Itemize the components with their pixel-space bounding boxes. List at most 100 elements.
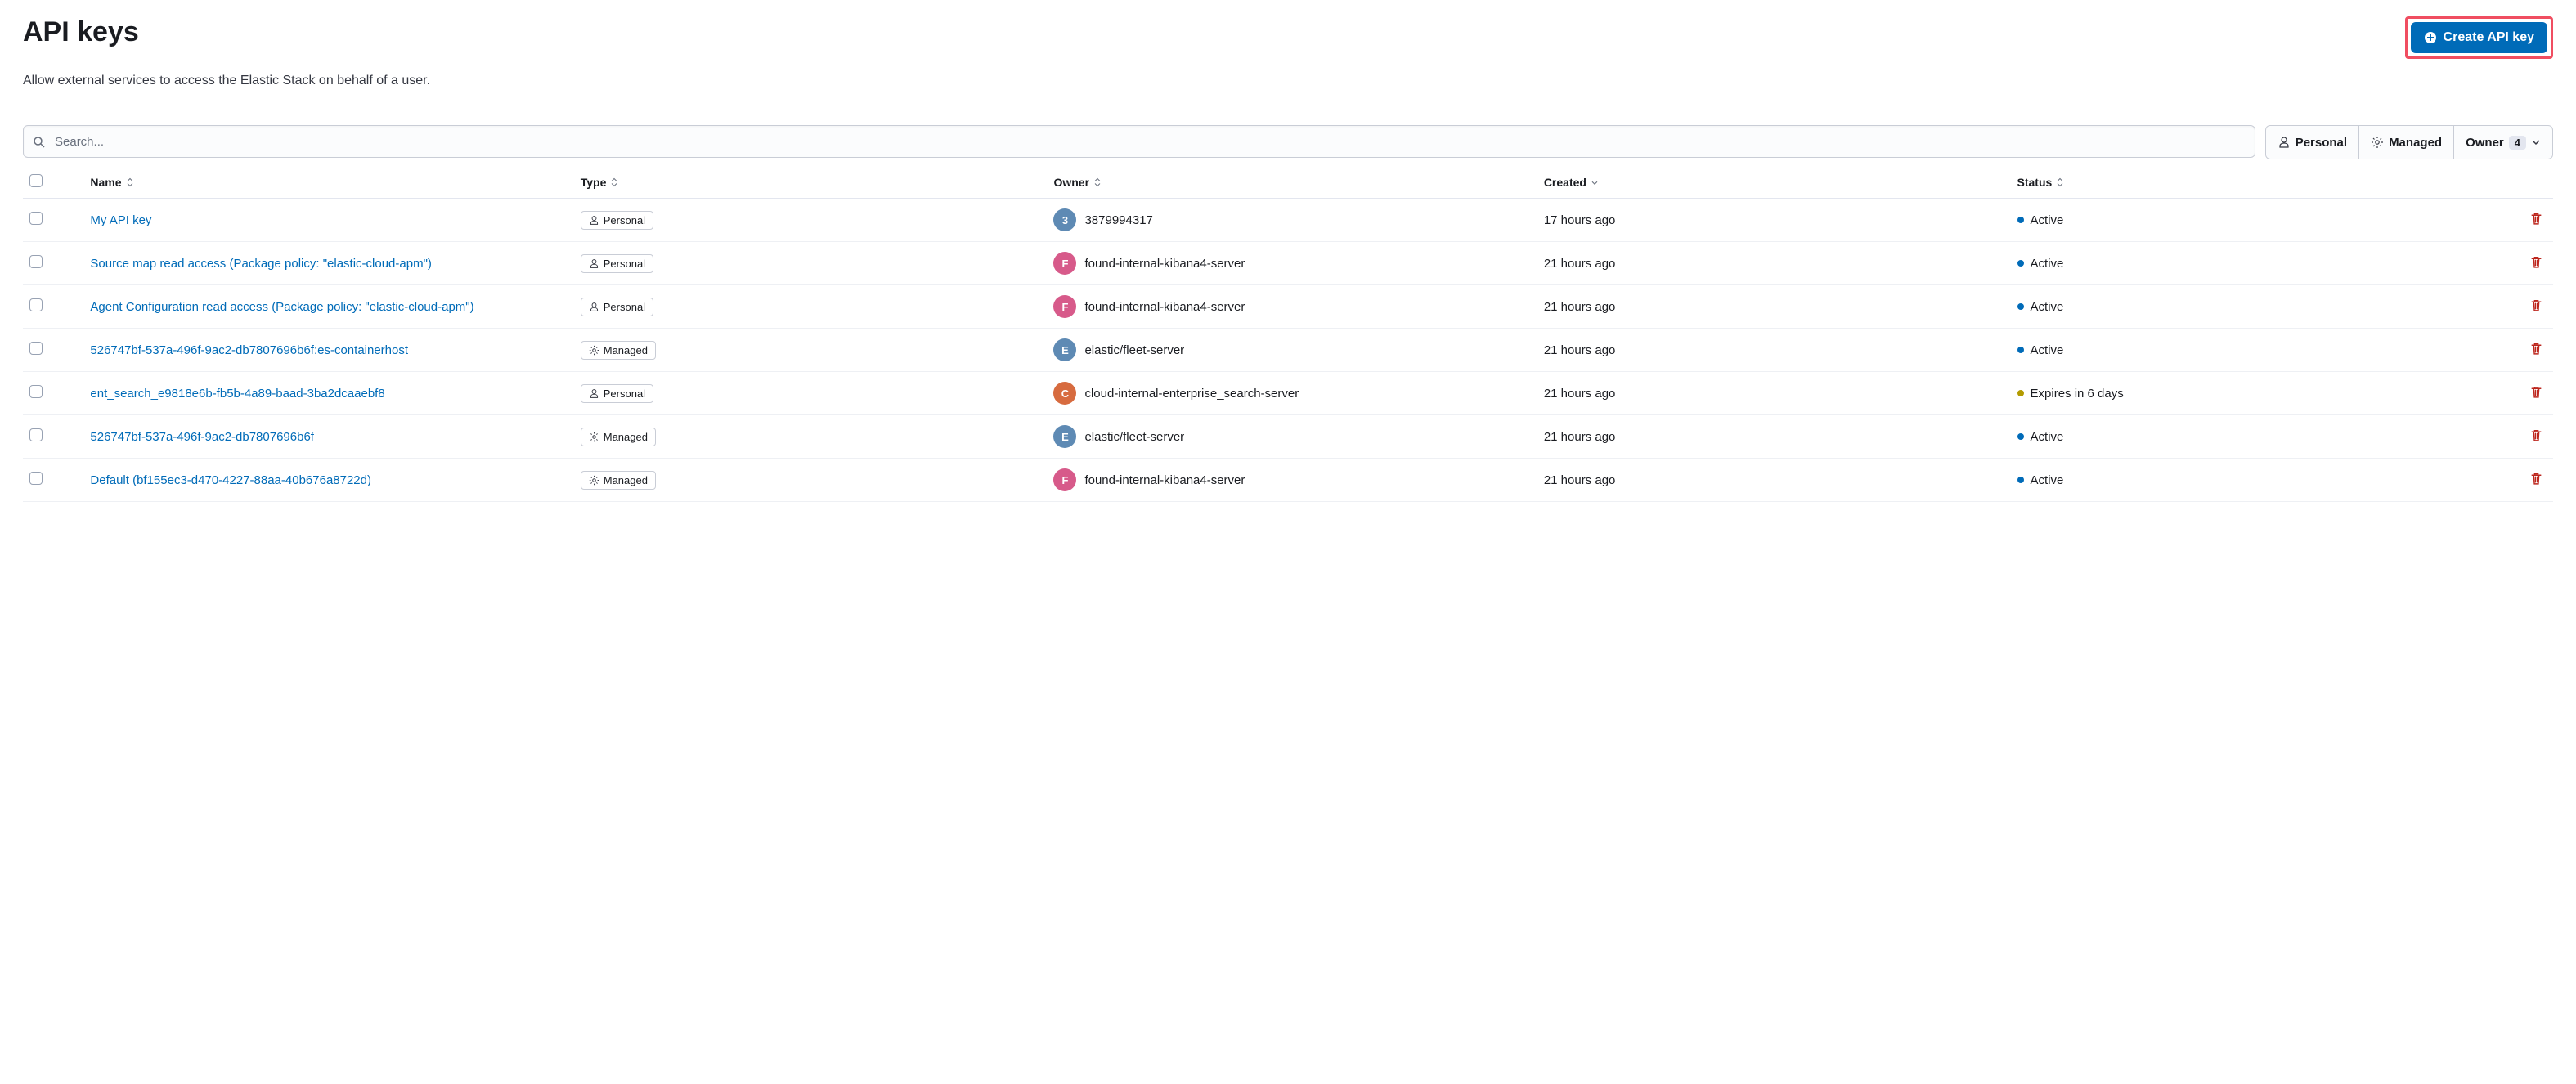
gear-icon (589, 345, 599, 356)
status-dot-icon (2017, 347, 2024, 353)
create-button-highlight: Create API key (2405, 16, 2553, 59)
trash-icon (2529, 342, 2543, 356)
delete-button[interactable] (2526, 468, 2547, 491)
status-label: Active (2031, 257, 2064, 271)
row-checkbox[interactable] (29, 342, 43, 355)
user-icon (589, 388, 599, 399)
row-checkbox[interactable] (29, 385, 43, 398)
trash-icon (2529, 428, 2543, 442)
api-key-name-link[interactable]: 526747bf-537a-496f-9ac2-db7807696b6f (90, 430, 314, 444)
api-key-name-link[interactable]: Agent Configuration read access (Package… (90, 300, 473, 314)
type-label: Managed (604, 431, 648, 443)
filter-personal-label: Personal (2296, 136, 2347, 150)
owner-avatar: 3 (1053, 208, 1076, 231)
owner-name: found-internal-kibana4-server (1084, 473, 1245, 487)
type-label: Personal (604, 387, 645, 400)
owner-name: found-internal-kibana4-server (1084, 300, 1245, 314)
owner-name: 3879994317 (1084, 213, 1152, 227)
type-label: Personal (604, 301, 645, 313)
gear-icon (589, 475, 599, 486)
owner-name: cloud-internal-enterprise_search-server (1084, 387, 1299, 401)
col-header-created-label: Created (1544, 176, 1586, 189)
table-row: Agent Configuration read access (Package… (23, 285, 2553, 329)
table-row: Source map read access (Package policy: … (23, 242, 2553, 285)
api-key-name-link[interactable]: Default (bf155ec3-d470-4227-88aa-40b676a… (90, 473, 371, 487)
type-label: Managed (604, 344, 648, 356)
type-badge: Personal (581, 254, 653, 273)
type-badge: Managed (581, 341, 656, 360)
delete-button[interactable] (2526, 252, 2547, 275)
table-row: ent_search_e9818e6b-fb5b-4a89-baad-3ba2d… (23, 372, 2553, 415)
trash-icon (2529, 298, 2543, 312)
select-all-checkbox[interactable] (29, 174, 43, 187)
col-header-owner[interactable]: Owner (1053, 176, 1102, 189)
owner-avatar: F (1053, 468, 1076, 491)
status-dot-icon (2017, 477, 2024, 483)
created-text: 21 hours ago (1544, 387, 1616, 401)
type-badge: Managed (581, 471, 656, 490)
sort-down-icon (1590, 177, 1600, 187)
owner-name: elastic/fleet-server (1084, 430, 1184, 444)
row-checkbox[interactable] (29, 212, 43, 225)
sort-icon (1093, 177, 1102, 187)
create-api-key-button[interactable]: Create API key (2411, 22, 2547, 53)
delete-button[interactable] (2526, 382, 2547, 405)
type-badge: Personal (581, 384, 653, 403)
status-dot-icon (2017, 390, 2024, 396)
type-badge: Personal (581, 298, 653, 316)
created-text: 21 hours ago (1544, 473, 1616, 487)
chevron-down-icon (2531, 137, 2541, 147)
col-header-created[interactable]: Created (1544, 176, 1600, 189)
trash-icon (2529, 472, 2543, 486)
owner-name: elastic/fleet-server (1084, 343, 1184, 357)
sort-icon (125, 177, 135, 187)
filter-owner-button[interactable]: Owner 4 (2454, 126, 2552, 159)
plus-circle-icon (2424, 31, 2437, 44)
delete-button[interactable] (2526, 295, 2547, 318)
row-checkbox[interactable] (29, 298, 43, 311)
status-label: Active (2031, 473, 2064, 487)
delete-button[interactable] (2526, 425, 2547, 448)
api-key-name-link[interactable]: 526747bf-537a-496f-9ac2-db7807696b6f:es-… (90, 343, 408, 357)
user-icon (589, 302, 599, 312)
type-label: Managed (604, 474, 648, 486)
user-icon (589, 215, 599, 226)
col-header-name[interactable]: Name (90, 176, 134, 189)
created-text: 21 hours ago (1544, 300, 1616, 314)
col-header-status[interactable]: Status (2017, 176, 2066, 189)
col-header-type-label: Type (581, 176, 607, 189)
api-key-name-link[interactable]: Source map read access (Package policy: … (90, 257, 432, 271)
created-text: 17 hours ago (1544, 213, 1616, 227)
api-key-name-link[interactable]: ent_search_e9818e6b-fb5b-4a89-baad-3ba2d… (90, 387, 384, 401)
created-text: 21 hours ago (1544, 343, 1616, 357)
delete-button[interactable] (2526, 208, 2547, 231)
delete-button[interactable] (2526, 338, 2547, 361)
filter-managed-button[interactable]: Managed (2359, 126, 2454, 159)
status-label: Active (2031, 343, 2064, 357)
search-icon (33, 136, 46, 149)
row-checkbox[interactable] (29, 255, 43, 268)
page-subtitle: Allow external services to access the El… (23, 74, 2553, 88)
gear-icon (589, 432, 599, 442)
status-dot-icon (2017, 260, 2024, 267)
status-label: Active (2031, 213, 2064, 227)
row-checkbox[interactable] (29, 472, 43, 485)
owner-count-badge: 4 (2509, 136, 2526, 150)
created-text: 21 hours ago (1544, 257, 1616, 271)
col-header-type[interactable]: Type (581, 176, 620, 189)
sort-icon (609, 177, 619, 187)
status-dot-icon (2017, 303, 2024, 310)
col-header-status-label: Status (2017, 176, 2053, 189)
search-input[interactable] (23, 125, 2255, 158)
filter-personal-button[interactable]: Personal (2266, 126, 2359, 159)
type-badge: Personal (581, 211, 653, 230)
status-label: Expires in 6 days (2031, 387, 2124, 401)
sort-icon (2055, 177, 2065, 187)
table-row: 526747bf-537a-496f-9ac2-db7807696b6f Mana… (23, 415, 2553, 459)
row-checkbox[interactable] (29, 428, 43, 441)
filter-managed-label: Managed (2389, 136, 2442, 150)
api-key-name-link[interactable]: My API key (90, 213, 151, 227)
type-label: Personal (604, 214, 645, 226)
trash-icon (2529, 255, 2543, 269)
filter-group: Personal Managed Owner 4 (2265, 125, 2553, 159)
